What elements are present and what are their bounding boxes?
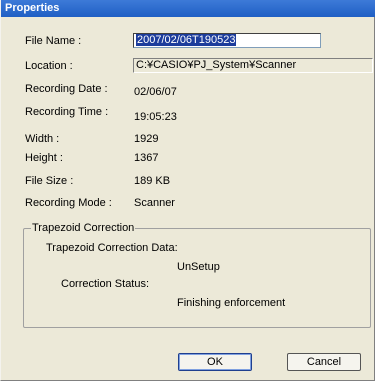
recording-time-label: Recording Time : xyxy=(25,106,109,118)
recording-date-value: 02/06/07 xyxy=(134,86,177,98)
cancel-button[interactable]: Cancel xyxy=(287,353,361,371)
correction-status-value: Finishing enforcement xyxy=(177,297,286,309)
file-size-value: 189 KB xyxy=(134,175,171,187)
recording-mode-value: Scanner xyxy=(134,197,175,209)
file-name-input[interactable]: 2007/02/06T190523 xyxy=(133,33,321,48)
trapezoid-data-value: UnSetup xyxy=(177,261,220,273)
file-name-label: File Name : xyxy=(25,35,82,47)
width-value: 1929 xyxy=(134,133,159,145)
window-title: Properties xyxy=(5,2,60,14)
location-label: Location : xyxy=(25,60,73,72)
location-field: C:¥CASIO¥PJ_System¥Scanner xyxy=(133,58,373,73)
recording-time-value: 19:05:23 xyxy=(134,111,177,123)
recording-date-label: Recording Date : xyxy=(25,83,108,95)
width-label: Width : xyxy=(25,133,60,145)
height-label: Height : xyxy=(25,152,63,164)
title-bar[interactable]: Properties xyxy=(1,0,375,17)
recording-mode-label: Recording Mode : xyxy=(25,197,112,209)
height-value: 1367 xyxy=(134,152,159,164)
correction-status-label: Correction Status: xyxy=(61,278,150,290)
properties-dialog: Properties File Name : 2007/02/06T190523… xyxy=(0,0,375,381)
file-size-label: File Size : xyxy=(25,175,74,187)
ok-button[interactable]: OK xyxy=(178,353,252,371)
file-name-value: 2007/02/06T190523 xyxy=(136,34,237,46)
trapezoid-data-label: Trapezoid Correction Data: xyxy=(46,242,178,254)
trapezoid-group-title: Trapezoid Correction xyxy=(31,222,136,234)
